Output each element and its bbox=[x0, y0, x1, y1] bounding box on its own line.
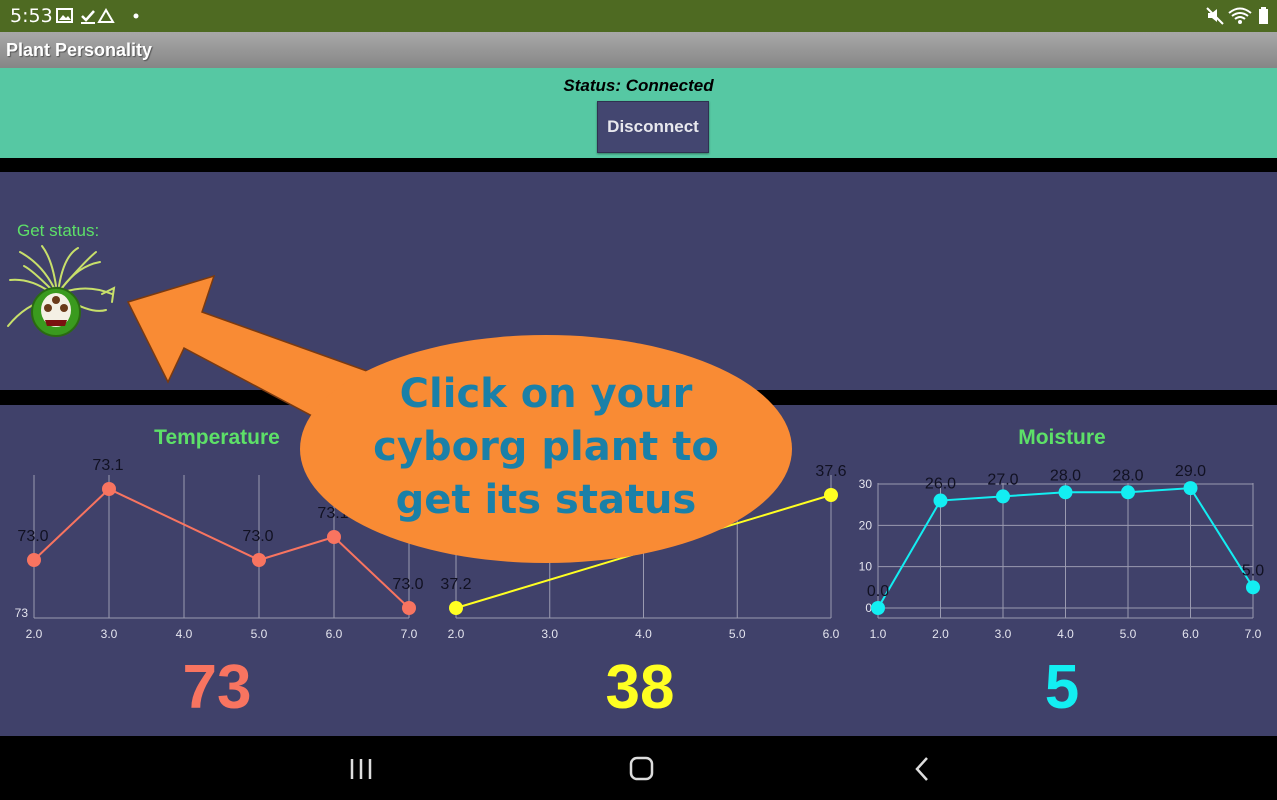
system-icons bbox=[1206, 7, 1268, 25]
moisture-reading: 5 bbox=[1044, 653, 1080, 722]
x-tick-label: 3.0 bbox=[995, 627, 1012, 641]
moisture-data-point bbox=[871, 601, 885, 615]
back-button[interactable] bbox=[908, 754, 938, 784]
x-tick-label: 3.0 bbox=[541, 627, 558, 641]
x-tick-label: 2.0 bbox=[26, 627, 43, 641]
wifi-icon bbox=[1228, 7, 1252, 24]
nav-bar bbox=[0, 736, 1277, 800]
mute-icon bbox=[1206, 7, 1224, 25]
x-tick-label: 7.0 bbox=[401, 627, 418, 641]
y-tick-label: 73 bbox=[15, 606, 29, 620]
temperature-data-point bbox=[402, 601, 416, 615]
x-tick-label: 7.0 bbox=[1245, 627, 1262, 641]
app-title: Plant Personality bbox=[6, 40, 153, 60]
recent-apps-icon bbox=[350, 759, 372, 779]
data-label: 28.0 bbox=[1112, 467, 1143, 484]
x-tick-label: 1.0 bbox=[870, 627, 887, 641]
y-tick-label: 30 bbox=[859, 477, 873, 491]
moisture-data-point bbox=[1183, 481, 1198, 496]
x-tick-label: 4.0 bbox=[1057, 627, 1074, 641]
data-label: 26.0 bbox=[925, 476, 956, 493]
moisture-data-point bbox=[1246, 580, 1260, 595]
callout-line: get its status bbox=[396, 477, 697, 523]
data-label: 28.0 bbox=[1050, 467, 1081, 484]
data-label: 37.2 bbox=[440, 576, 471, 593]
data-label: 5.0 bbox=[1242, 562, 1264, 579]
x-tick-label: 2.0 bbox=[448, 627, 465, 641]
cyborg-plant-icon[interactable] bbox=[2, 244, 120, 342]
x-tick-label: 5.0 bbox=[251, 627, 268, 641]
disconnect-button[interactable]: Disconnect bbox=[597, 101, 709, 153]
get-status-label: Get status: bbox=[17, 221, 100, 240]
data-label: 0.0 bbox=[867, 583, 889, 600]
light-reading: 38 bbox=[605, 653, 675, 722]
data-label: 73.0 bbox=[17, 528, 48, 545]
back-icon bbox=[915, 757, 928, 781]
x-tick-label: 6.0 bbox=[326, 627, 343, 641]
x-tick-label: 3.0 bbox=[101, 627, 118, 641]
light-data-point bbox=[824, 488, 838, 502]
data-label: 29.0 bbox=[1175, 463, 1206, 480]
temperature-data-point bbox=[27, 553, 41, 567]
data-label: 37.6 bbox=[815, 463, 846, 480]
x-tick-label: 4.0 bbox=[635, 627, 652, 641]
moisture-data-point bbox=[1121, 485, 1135, 500]
y-tick-label: 20 bbox=[859, 518, 873, 532]
y-tick-label: 10 bbox=[859, 560, 873, 574]
drive-icon bbox=[97, 8, 115, 23]
x-tick-label: 2.0 bbox=[932, 627, 949, 641]
recent-apps-button[interactable] bbox=[346, 756, 376, 782]
battery-icon bbox=[1259, 7, 1268, 24]
moisture-data-point bbox=[1058, 485, 1073, 500]
x-tick-label: 6.0 bbox=[1182, 627, 1199, 641]
moisture-data-point bbox=[933, 493, 948, 508]
light-data-point bbox=[449, 601, 463, 615]
notification-icons bbox=[56, 8, 139, 24]
check-icon bbox=[81, 10, 95, 24]
x-tick-label: 5.0 bbox=[729, 627, 746, 641]
clock: 5:53 bbox=[10, 5, 53, 27]
x-tick-label: 6.0 bbox=[823, 627, 840, 641]
callout-overlay: Click on your cyborg plant to get its st… bbox=[126, 274, 792, 563]
home-button[interactable] bbox=[627, 754, 657, 784]
app-title-bar: Plant Personality bbox=[0, 32, 1277, 68]
callout-line: cyborg plant to bbox=[373, 424, 719, 470]
temperature-reading: 73 bbox=[182, 653, 252, 722]
data-label: 27.0 bbox=[987, 471, 1018, 488]
x-tick-label: 5.0 bbox=[1120, 627, 1137, 641]
dot-icon bbox=[133, 13, 139, 19]
x-tick-label: 4.0 bbox=[176, 627, 193, 641]
moisture-data-point bbox=[996, 489, 1010, 504]
data-label: 73.1 bbox=[92, 457, 123, 474]
data-label: 73.0 bbox=[392, 576, 423, 593]
temperature-data-point bbox=[102, 482, 116, 496]
connection-status: Status: Connected bbox=[563, 76, 714, 95]
status-bar: 5:53 bbox=[0, 0, 1277, 32]
home-icon bbox=[629, 756, 654, 781]
callout-line: Click on your bbox=[400, 371, 693, 417]
gallery-icon bbox=[56, 8, 73, 23]
